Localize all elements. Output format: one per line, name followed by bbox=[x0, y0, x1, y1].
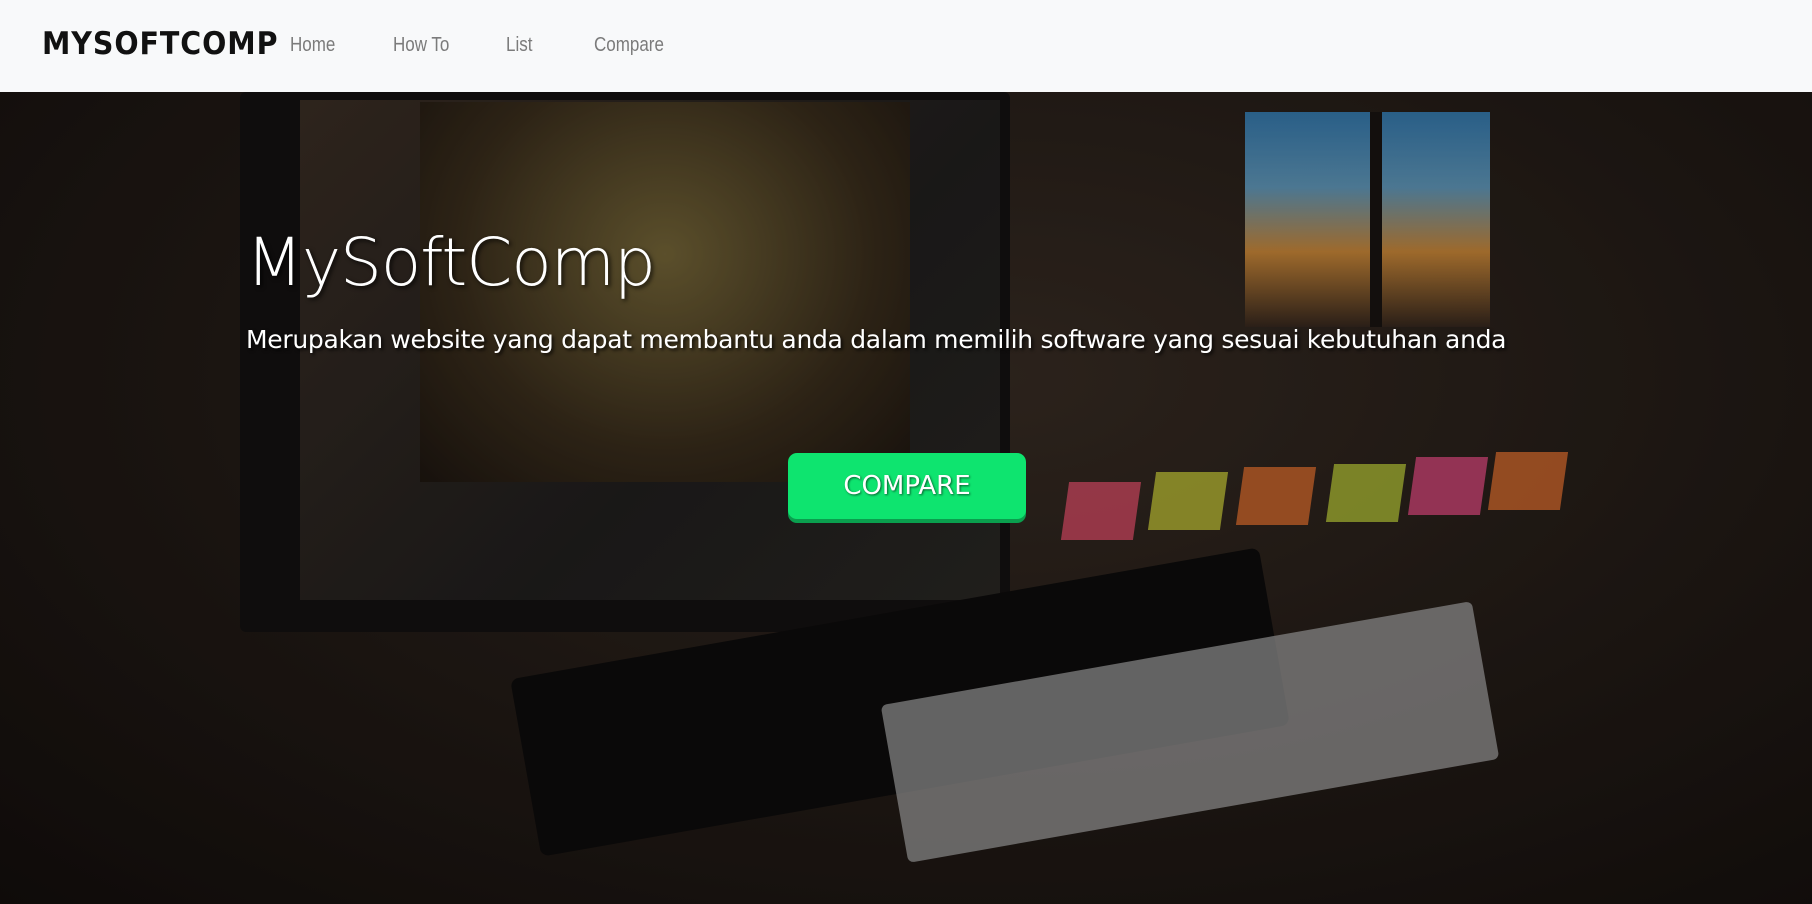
nav-link-how-to[interactable]: How To bbox=[393, 34, 449, 57]
logo[interactable]: MYSOFTCOMP bbox=[42, 26, 278, 62]
hero-title: MySoftComp bbox=[246, 224, 656, 301]
nav-link-list[interactable]: List bbox=[506, 34, 532, 57]
nav-link-home[interactable]: Home bbox=[290, 34, 335, 57]
nav-link-compare[interactable]: Compare bbox=[594, 34, 664, 57]
hero-section: MySoftComp Merupakan website yang dapat … bbox=[0, 92, 1812, 904]
compare-button[interactable]: COMPARE bbox=[788, 453, 1026, 519]
hero-subtitle: Merupakan website yang dapat membantu an… bbox=[246, 325, 1507, 354]
navbar: MYSOFTCOMP Home How To List Compare bbox=[0, 0, 1812, 92]
